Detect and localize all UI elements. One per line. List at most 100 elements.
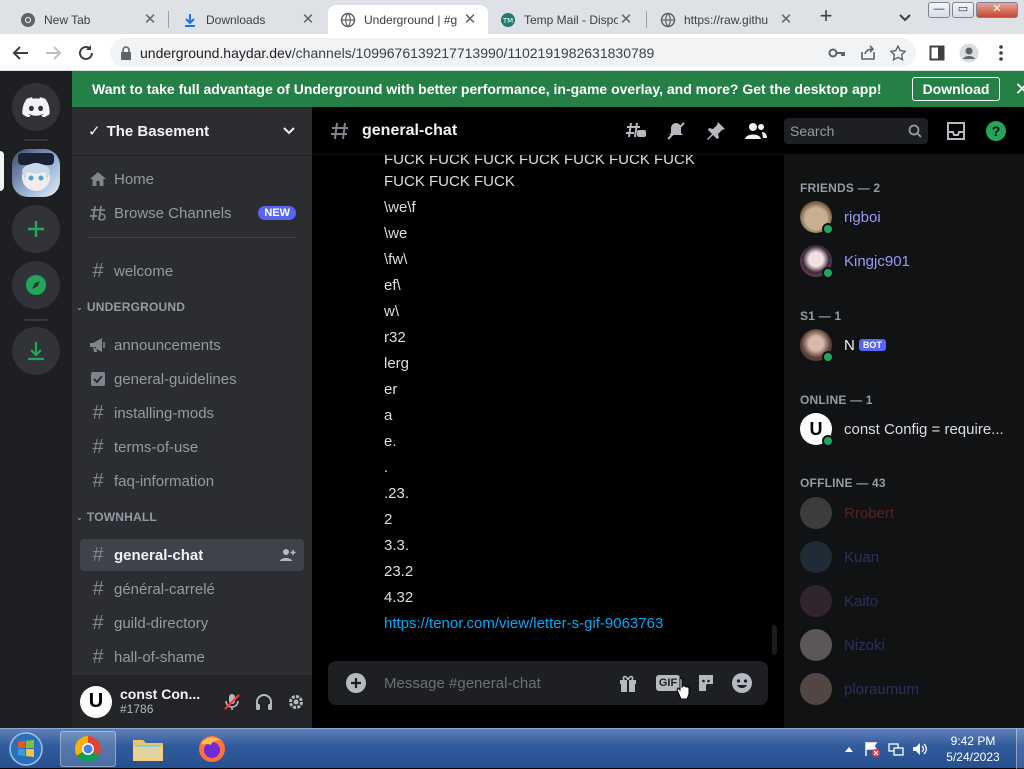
- show-desktop-button[interactable]: [1016, 729, 1024, 769]
- channel-name: guild-directory: [114, 614, 209, 632]
- notifications-muted-icon[interactable]: [664, 119, 688, 143]
- close-tab-icon[interactable]: ✕: [300, 11, 316, 28]
- sidebar-item-home[interactable]: Home: [80, 163, 304, 195]
- member-item[interactable]: Kingjc901: [800, 241, 910, 281]
- message-text: lerg: [384, 355, 410, 372]
- channel-terms-of-use[interactable]: # terms-of-use: [80, 431, 304, 463]
- channel-name: announcements: [114, 336, 221, 354]
- pinned-messages-icon[interactable]: [704, 119, 728, 143]
- tab-underground[interactable]: Underground | #g ✕: [328, 5, 488, 34]
- user-tag: #1786: [120, 701, 154, 716]
- lock-icon[interactable]: [120, 45, 132, 60]
- channel-general-guidelines[interactable]: general-guidelines: [80, 363, 304, 395]
- banner-close-icon[interactable]: ✕: [1014, 79, 1024, 100]
- channel-welcome[interactable]: # welcome: [80, 255, 304, 287]
- side-panel-icon[interactable]: [926, 42, 948, 64]
- taskbar-chrome[interactable]: [60, 731, 116, 767]
- close-tab-icon[interactable]: ✕: [142, 11, 158, 28]
- threads-icon[interactable]: [624, 119, 648, 143]
- message-link[interactable]: https://tenor.com/view/letter-s-gif-9063…: [384, 615, 663, 632]
- profile-icon[interactable]: [958, 42, 980, 64]
- category-underground[interactable]: ⌄ UNDERGROUND: [76, 300, 185, 314]
- member-item[interactable]: N BOT: [800, 325, 886, 365]
- bookmark-star-icon[interactable]: [890, 44, 906, 61]
- search-input[interactable]: Search: [784, 118, 928, 144]
- category-townhall[interactable]: ⌄ TOWNHALL: [76, 510, 157, 524]
- server-the-basement[interactable]: [12, 149, 60, 197]
- start-button[interactable]: [4, 731, 48, 767]
- clock-date: 5/24/2023: [946, 750, 1000, 764]
- sidebar-item-browse-channels[interactable]: Browse Channels NEW: [80, 197, 304, 229]
- member-item[interactable]: Nizoki: [800, 625, 885, 665]
- reload-icon[interactable]: [75, 42, 97, 64]
- user-settings-button[interactable]: [280, 686, 312, 718]
- taskbar-file-explorer[interactable]: [120, 731, 176, 767]
- tab-raw-github[interactable]: https://raw.githu ✕: [648, 5, 804, 34]
- browser-menu-icon[interactable]: [990, 42, 1012, 64]
- avatar[interactable]: U: [80, 685, 112, 718]
- emoji-button[interactable]: [730, 671, 754, 695]
- mute-mic-button[interactable]: [216, 686, 248, 718]
- selected-server-pill: [0, 151, 4, 191]
- forward-icon[interactable]: [42, 42, 64, 64]
- address-bar[interactable]: underground.haydar.dev/channels/10996761…: [110, 38, 916, 67]
- tab-downloads[interactable]: Downloads ✕: [170, 5, 326, 34]
- back-icon[interactable]: [10, 42, 32, 64]
- banner-download-button[interactable]: Download: [911, 77, 1001, 101]
- member-item[interactable]: rigboi: [800, 197, 881, 237]
- minimize-button[interactable]: —: [928, 2, 950, 18]
- channel-hall-of-shame[interactable]: # hall-of-shame: [80, 641, 304, 673]
- message-input-box[interactable]: Message #general-chat GIF: [328, 661, 768, 705]
- invite-member-icon[interactable]: [280, 548, 296, 562]
- help-icon[interactable]: ?: [984, 119, 1008, 143]
- share-icon[interactable]: [860, 44, 876, 61]
- close-tab-icon[interactable]: ✕: [462, 11, 478, 28]
- member-item[interactable]: Rrobert: [800, 493, 894, 533]
- close-tab-icon[interactable]: ✕: [778, 11, 794, 28]
- avatar: [800, 497, 832, 529]
- member-list-icon[interactable]: [744, 119, 768, 143]
- member-item[interactable]: U const Config = require...: [800, 409, 1004, 449]
- member-item[interactable]: ploraumum: [800, 669, 919, 709]
- channel-general-chat[interactable]: # general-chat: [80, 539, 304, 571]
- channel-announcements[interactable]: announcements: [80, 329, 304, 361]
- network-icon[interactable]: [888, 741, 904, 757]
- user-info[interactable]: const Con... #1786: [120, 686, 200, 717]
- member-item[interactable]: Kaito: [800, 581, 878, 621]
- show-hidden-icons-icon[interactable]: [844, 745, 854, 753]
- tab-temp-mail[interactable]: TM Temp Mail - Dispo ✕: [488, 5, 644, 34]
- chevron-down-icon: [283, 127, 295, 135]
- close-window-button[interactable]: ✕: [976, 2, 1018, 18]
- explore-servers-button[interactable]: [12, 261, 60, 309]
- channel-installing-mods[interactable]: # installing-mods: [80, 397, 304, 429]
- action-center-flag-icon[interactable]: [864, 741, 880, 757]
- new-tab-button[interactable]: +: [815, 5, 837, 28]
- member-name: Kaito: [844, 592, 879, 610]
- discord-logo-icon: [22, 97, 50, 117]
- attach-button[interactable]: [344, 671, 368, 695]
- channel-guild-directory[interactable]: # guild-directory: [80, 607, 304, 639]
- url-text: underground.haydar.dev/channels/10996761…: [140, 44, 655, 61]
- add-server-button[interactable]: [12, 205, 60, 253]
- download-apps-button[interactable]: [12, 327, 60, 375]
- close-tab-icon[interactable]: ✕: [618, 11, 634, 28]
- scrollbar-thumb[interactable]: [772, 625, 777, 655]
- taskbar-clock[interactable]: 9:42 PM 5/24/2023: [930, 733, 1016, 765]
- inbox-icon[interactable]: [944, 119, 968, 143]
- taskbar-firefox[interactable]: [184, 731, 240, 767]
- sticker-button[interactable]: [694, 671, 718, 695]
- message-input[interactable]: Message #general-chat: [384, 675, 604, 692]
- deafen-button[interactable]: [248, 686, 280, 718]
- tab-search-chevron-icon[interactable]: [896, 8, 914, 26]
- channel-general-carrele[interactable]: # général-carrelé: [80, 573, 304, 605]
- volume-icon[interactable]: [912, 741, 928, 757]
- member-item[interactable]: Kuan: [800, 537, 879, 577]
- maximize-button[interactable]: ▭: [952, 2, 974, 18]
- key-icon[interactable]: [828, 46, 846, 60]
- channel-faq-information[interactable]: # faq-information: [80, 465, 304, 497]
- member-name: Rrobert: [844, 504, 895, 522]
- discord-home-button[interactable]: [12, 83, 60, 131]
- gift-button[interactable]: [616, 671, 640, 695]
- server-header[interactable]: ✓ The Basement: [72, 107, 312, 155]
- tab-new-tab[interactable]: New Tab ✕: [8, 5, 168, 34]
